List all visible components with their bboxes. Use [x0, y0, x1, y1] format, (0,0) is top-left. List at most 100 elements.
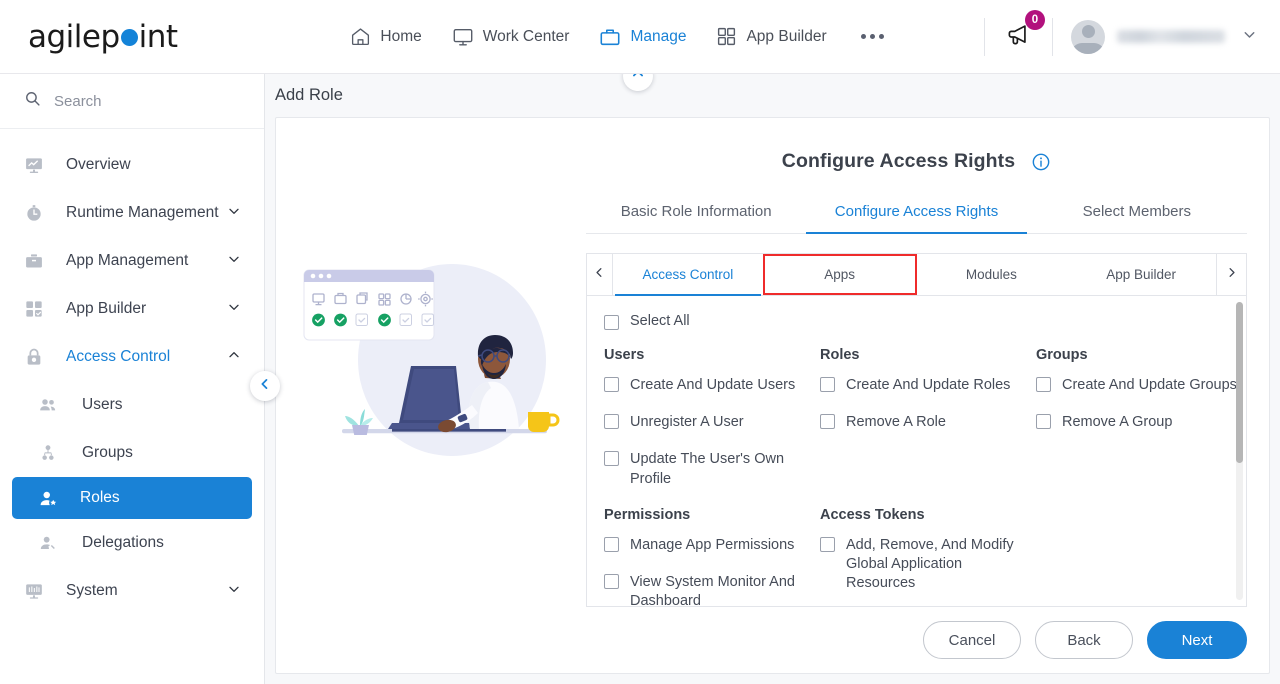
permission-remove-a-group[interactable]: Remove A Group: [1036, 413, 1246, 432]
permission-unregister-a-user[interactable]: Unregister A User: [604, 413, 820, 432]
monitor-icon: [452, 26, 474, 48]
sidebar-collapse-button[interactable]: [250, 371, 280, 401]
app-header: agilep int Home Work Center Manage App B…: [0, 0, 1280, 74]
next-button[interactable]: Next: [1147, 621, 1247, 659]
checkbox[interactable]: [604, 536, 619, 552]
select-all-checkbox[interactable]: [604, 314, 619, 330]
permission-group-roles-title: Roles: [820, 347, 860, 364]
chevron-up-icon[interactable]: [226, 347, 242, 368]
info-icon[interactable]: [1031, 152, 1051, 172]
app-body: Overview Runtime Management: [0, 61, 1280, 684]
checkbox[interactable]: [604, 414, 619, 430]
permission-group-permissions-title: Permissions: [604, 506, 691, 523]
illustration-column: [276, 118, 586, 607]
subtab-apps[interactable]: Apps: [762, 254, 917, 295]
nav-item-manage[interactable]: Manage: [599, 26, 686, 48]
user-delegate-icon: [38, 533, 64, 553]
nav-item-work-center[interactable]: Work Center: [452, 26, 569, 48]
subtab-next-button[interactable]: [1216, 254, 1246, 295]
nav-item-manage-label: Manage: [630, 27, 687, 45]
sidebar-item-runtime-management-label: Runtime Management: [66, 204, 219, 221]
nav-item-app-builder[interactable]: App Builder: [716, 26, 827, 47]
sidebar-item-groups-label: Groups: [82, 444, 133, 461]
nav-item-home[interactable]: Home: [350, 26, 422, 47]
permissions-scroll-area: Select All Users Create And Update Users: [587, 296, 1246, 606]
tab-configure-access-rights[interactable]: Configure Access Rights: [806, 195, 1027, 234]
subtab-access-control-label: Access Control: [642, 267, 734, 282]
permission-create-and-update-users[interactable]: Create And Update Users: [604, 376, 820, 395]
clock-icon: [24, 203, 50, 223]
chevron-down-icon[interactable]: [1241, 26, 1258, 48]
permission-manage-app-permissions[interactable]: Manage App Permissions: [604, 536, 820, 555]
chevron-down-icon[interactable]: [226, 581, 242, 602]
sidebar-item-runtime-management[interactable]: Runtime Management: [0, 189, 264, 237]
form-column: Configure Access Rights Basic Role Infor…: [586, 118, 1269, 607]
checkbox[interactable]: [604, 573, 619, 589]
chevron-down-icon[interactable]: [226, 251, 242, 272]
permission-group-empty: [1036, 507, 1246, 606]
permission-view-system-monitor-and-dashboard[interactable]: View System Monitor And Dashboard: [604, 573, 820, 606]
permission-group-groups: Groups Create And Update Groups Remove A…: [1036, 347, 1246, 507]
subtab-modules-label: Modules: [965, 267, 1017, 282]
announcements-button[interactable]: 0: [1003, 9, 1045, 55]
checkbox[interactable]: [604, 451, 619, 467]
sidebar-item-app-builder-label: App Builder: [66, 300, 147, 317]
sidebar-item-users[interactable]: Users: [0, 381, 264, 429]
permission-remove-a-role[interactable]: Remove A Role: [820, 413, 1036, 432]
person-at-desk-with-permissions-panel-illustration: [302, 256, 560, 469]
chevron-left-icon: [258, 377, 272, 396]
sidebar-item-system-label: System: [66, 582, 118, 599]
header-right-cluster: 0: [966, 9, 1280, 56]
permission-create-and-update-groups[interactable]: Create And Update Groups: [1036, 376, 1246, 395]
nav-item-home-label: Home: [380, 27, 422, 45]
subtab-modules[interactable]: Modules: [917, 254, 1067, 295]
chevron-down-icon[interactable]: [226, 203, 242, 224]
briefcase-icon: [24, 251, 50, 271]
checkbox[interactable]: [820, 536, 835, 552]
grid-icon: [716, 26, 737, 47]
wizard-footer: Cancel Back Next: [276, 607, 1269, 673]
search-input[interactable]: [54, 92, 240, 110]
subtab-access-control[interactable]: Access Control: [613, 254, 763, 296]
select-all-row[interactable]: Select All: [604, 312, 1246, 331]
card-body: Configure Access Rights Basic Role Infor…: [276, 118, 1269, 607]
permissions-scrollbar-thumb[interactable]: [1236, 302, 1243, 463]
user-account-menu[interactable]: [1071, 19, 1258, 54]
subtab-prev-button[interactable]: [587, 254, 613, 295]
sidebar-item-system[interactable]: System: [0, 567, 264, 615]
checkbox[interactable]: [1036, 414, 1051, 430]
checkbox[interactable]: [1036, 377, 1051, 393]
tab-select-members[interactable]: Select Members: [1027, 195, 1247, 233]
cancel-button-label: Cancel: [948, 631, 996, 649]
sidebar-menu: Overview Runtime Management App Manageme…: [0, 129, 264, 684]
permissions-grid-row-1: Users Create And Update Users Unregister…: [604, 347, 1246, 507]
sidebar-item-overview[interactable]: Overview: [0, 141, 264, 189]
brand-logo[interactable]: agilep int: [0, 19, 272, 55]
permission-update-the-users-own-profile[interactable]: Update The User's Own Profile: [604, 450, 820, 488]
tab-basic-role-information[interactable]: Basic Role Information: [586, 195, 806, 233]
main-footer-strip: [265, 674, 1280, 684]
subtab-app-builder[interactable]: App Builder: [1066, 254, 1216, 295]
sidebar-item-access-control[interactable]: Access Control: [0, 333, 264, 381]
sidebar-item-delegations[interactable]: Delegations: [0, 519, 264, 567]
permission-group-users-title: Users: [604, 347, 645, 364]
sidebar-item-app-management-label: App Management: [66, 252, 189, 269]
back-button[interactable]: Back: [1035, 621, 1133, 659]
sidebar-item-roles[interactable]: Roles: [12, 477, 252, 519]
next-button-label: Next: [1181, 631, 1213, 649]
sidebar-search[interactable]: [0, 74, 264, 129]
nav-more-options-icon[interactable]: [857, 34, 888, 39]
permission-create-and-update-roles[interactable]: Create And Update Roles: [820, 376, 1036, 395]
checkbox[interactable]: [820, 377, 835, 393]
permissions-scrollbar[interactable]: [1236, 302, 1243, 600]
sidebar-item-app-management[interactable]: App Management: [0, 237, 264, 285]
sidebar-item-app-builder[interactable]: App Builder: [0, 285, 264, 333]
brand-name-part1: agilep: [28, 18, 120, 55]
sidebar-item-groups[interactable]: Groups: [0, 429, 264, 477]
permission-add-remove-and-modify-global-application-resources[interactable]: Add, Remove, And Modify Global Applicati…: [820, 536, 1036, 593]
permission-group-users: Users Create And Update Users Unregister…: [604, 347, 820, 507]
chevron-down-icon[interactable]: [226, 299, 242, 320]
checkbox[interactable]: [604, 377, 619, 393]
cancel-button[interactable]: Cancel: [923, 621, 1021, 659]
checkbox[interactable]: [820, 414, 835, 430]
